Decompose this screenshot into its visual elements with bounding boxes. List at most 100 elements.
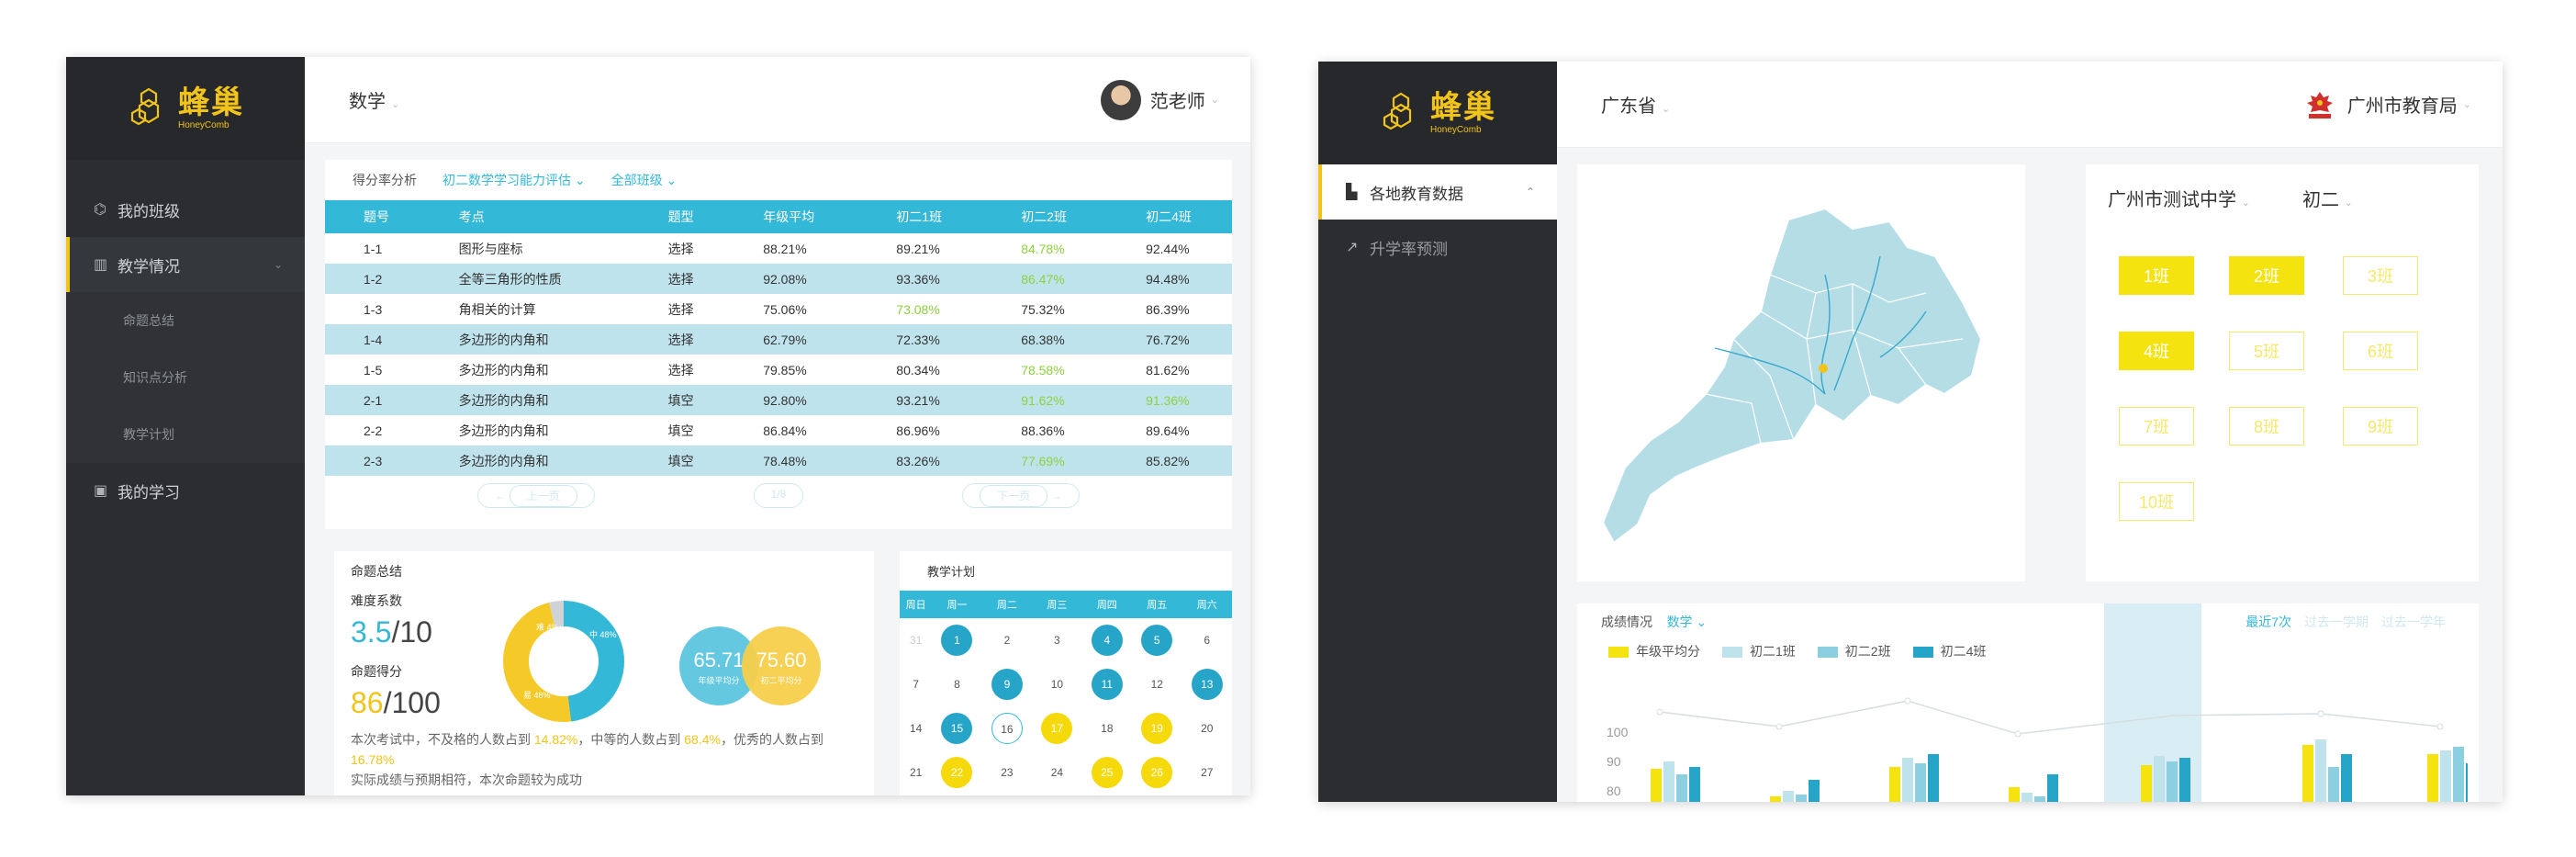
calendar-day[interactable]: 13 xyxy=(1182,662,1233,706)
subject-select[interactable]: 数学 ⌄ xyxy=(349,86,399,113)
region-select[interactable]: 广东省 ⌄ xyxy=(1601,91,1670,118)
user-name: 范老师 xyxy=(1149,92,1205,112)
nav-my-class[interactable]: ⌬ 我的班级 xyxy=(66,182,305,237)
class-button-9[interactable]: 9班 xyxy=(2343,407,2418,445)
calendar-day[interactable]: 22 xyxy=(932,750,981,795)
guangzhou-marker[interactable] xyxy=(1819,364,1828,373)
calendar-day[interactable]: 16 xyxy=(982,706,1032,750)
class-button-10[interactable]: 10班 xyxy=(2119,482,2194,521)
user-menu[interactable]: 范老师 ⌄ xyxy=(1100,79,1219,120)
school-select[interactable]: 广州市测试中学 ⌄ xyxy=(2108,185,2250,211)
exam-select[interactable]: 初二数学学习能力评估 ⌄ xyxy=(442,171,586,189)
summary-title: 命题总结 xyxy=(351,564,402,579)
score-label: 命题得分 xyxy=(351,664,402,679)
nav-my-study[interactable]: ▣ 我的学习 xyxy=(66,463,305,518)
class-button-7[interactable]: 7班 xyxy=(2119,407,2194,445)
difficulty-number: 3.5 xyxy=(351,615,392,648)
calendar-day[interactable]: 12 xyxy=(1132,662,1182,706)
calendar-day[interactable]: 21 xyxy=(900,750,932,795)
legend-item-class4: 初二4班 xyxy=(1912,642,1986,660)
y-tick: 90 xyxy=(1607,754,1621,769)
calendar-day[interactable]: 1 xyxy=(932,618,981,662)
table-cell: 全等三角形的性质 xyxy=(420,264,630,294)
table-row[interactable]: 1-2 全等三角形的性质 选择 92.08% 93.36% 86.47% 94.48% xyxy=(325,264,1232,294)
calendar-day[interactable]: 14 xyxy=(900,706,932,750)
grade-select[interactable]: 初二 ⌄ xyxy=(2302,185,2353,211)
nav-label: 教学情况 xyxy=(118,257,180,276)
day-number: 19 xyxy=(1141,713,1173,744)
calendar-day[interactable]: 3 xyxy=(1032,618,1081,662)
day-number: 7 xyxy=(913,678,919,691)
calendar-day[interactable]: 4 xyxy=(1082,618,1132,662)
calendar-day[interactable]: 9 xyxy=(982,662,1032,706)
nav-label: 我的班级 xyxy=(118,202,180,220)
table-row[interactable]: 1-3 角相关的计算 选择 75.06% 73.08% 75.32% 86.39% xyxy=(325,294,1232,324)
calendar-day[interactable]: 25 xyxy=(1082,750,1132,795)
chevron-down-icon: ⌄ xyxy=(666,173,678,187)
performance-title: 成绩情况 数学 ⌄ xyxy=(1601,613,1707,631)
perf-subject-select[interactable]: 数学 ⌄ xyxy=(1667,615,1708,629)
calendar-day[interactable]: 8 xyxy=(932,662,981,706)
bureau-dashboard: 蜂巢 HoneyComb ▙ 各地教育数据 ⌃ ↗ 升学率预测 广东省 ⌄ 广州市教育局… xyxy=(1318,62,2503,802)
table-row[interactable]: 2-1 多边形的内角和 填空 92.80% 93.21% 91.62% 91.36% xyxy=(325,385,1232,415)
calendar-day[interactable]: 11 xyxy=(1082,662,1132,706)
table-cell: 76.72% xyxy=(1107,324,1232,355)
province-map[interactable] xyxy=(1577,164,2025,581)
tab-recent-7[interactable]: 最近7次 xyxy=(2246,613,2291,631)
class-select[interactable]: 全部班级 ⌄ xyxy=(611,171,678,189)
table-cell: 86.39% xyxy=(1146,301,1190,317)
class-button-1[interactable]: 1班 xyxy=(2119,256,2194,295)
class-button-8[interactable]: 8班 xyxy=(2229,407,2304,445)
class-button-5[interactable]: 5班 xyxy=(2229,332,2304,370)
calendar-day[interactable]: 20 xyxy=(1182,706,1233,750)
subnav-item-knowledge[interactable]: 知识点分析 xyxy=(66,349,305,406)
table-row[interactable]: 2-2 多边形的内角和 填空 86.84% 86.96% 88.36% 89.64% xyxy=(325,415,1232,445)
table-row[interactable]: 1-1 图形与座标 选择 88.21% 89.21% 84.78% 92.44% xyxy=(325,233,1232,264)
summary-note: 本次考试中，不及格的人数占到 14.82%，中等的人数占到 68.4%，优秀的人… xyxy=(351,729,846,790)
calendar-day[interactable]: 27 xyxy=(1182,750,1233,795)
calendar-day[interactable]: 2 xyxy=(982,618,1032,662)
table-cell: 78.48% xyxy=(724,445,858,476)
prev-page-button[interactable]: ← 上一页 xyxy=(477,483,595,508)
org-menu[interactable]: 广州市教育局 ⌄ xyxy=(2302,88,2471,121)
nav-regional-data[interactable]: ▙ 各地教育数据 ⌃ xyxy=(1318,164,1557,220)
chevron-down-icon: ⌄ xyxy=(2241,197,2250,209)
day-number: 8 xyxy=(954,678,960,691)
calendar-day[interactable]: 7 xyxy=(900,662,932,706)
subnav-item-summary[interactable]: 命题总结 xyxy=(66,292,305,349)
calendar-day[interactable]: 18 xyxy=(1082,706,1132,750)
calendar-day[interactable]: 23 xyxy=(982,750,1032,795)
calendar-day[interactable]: 24 xyxy=(1032,750,1081,795)
column-header: 初二4班 xyxy=(1107,200,1232,233)
calendar-day[interactable]: 6 xyxy=(1182,618,1233,662)
table-row[interactable]: 2-3 多边形的内角和 填空 78.48% 83.26% 77.69% 85.82% xyxy=(325,445,1232,476)
class-button-2[interactable]: 2班 xyxy=(2229,256,2304,295)
calendar-day[interactable]: 19 xyxy=(1132,706,1182,750)
score-analysis-card: 得分率分析 初二数学学习能力评估 ⌄ 全部班级 ⌄ 题号 考点 题型 年级平均 初二1班… xyxy=(325,160,1232,529)
nav-teaching[interactable]: ▥ 教学情况 ⌄ xyxy=(66,237,305,292)
calendar-day[interactable]: 5 xyxy=(1132,618,1182,662)
calendar-day[interactable]: 31 xyxy=(900,618,932,662)
calendar-day[interactable]: 26 xyxy=(1132,750,1182,795)
class-button-3[interactable]: 3班 xyxy=(2343,256,2418,295)
calendar-day[interactable]: 10 xyxy=(1032,662,1081,706)
next-page-button[interactable]: 下一页 → xyxy=(962,483,1080,508)
chevron-up-icon: ⌃ xyxy=(1525,186,1535,198)
column-header: 初二2班 xyxy=(982,200,1108,233)
prev-label: 上一页 xyxy=(509,485,577,507)
province-shape[interactable] xyxy=(1601,207,1983,545)
calendar-day[interactable]: 15 xyxy=(932,706,981,750)
province-map-card[interactable] xyxy=(1577,164,2025,581)
nav-promotion-forecast[interactable]: ↗ 升学率预测 xyxy=(1318,220,1557,275)
tab-last-year[interactable]: 过去一学年 xyxy=(2381,613,2446,631)
tab-last-semester[interactable]: 过去一学期 xyxy=(2304,613,2369,631)
table-row[interactable]: 1-5 多边形的内角和 选择 79.85% 80.34% 78.58% 81.62% xyxy=(325,355,1232,385)
pagination: ← 上一页 1/8 下一页 → xyxy=(325,476,1232,515)
class-button-6[interactable]: 6班 xyxy=(2343,332,2418,370)
calendar-day[interactable]: 17 xyxy=(1032,706,1081,750)
table-row[interactable]: 1-4 多边形的内角和 选择 62.79% 72.33% 68.38% 76.72% xyxy=(325,324,1232,355)
subnav-item-plan[interactable]: 教学计划 xyxy=(66,406,305,463)
table-cell: 多边形的内角和 xyxy=(420,324,630,355)
calendar-week: 7 8 9 10 11 12 13 xyxy=(900,662,1232,706)
class-button-4[interactable]: 4班 xyxy=(2119,332,2194,370)
